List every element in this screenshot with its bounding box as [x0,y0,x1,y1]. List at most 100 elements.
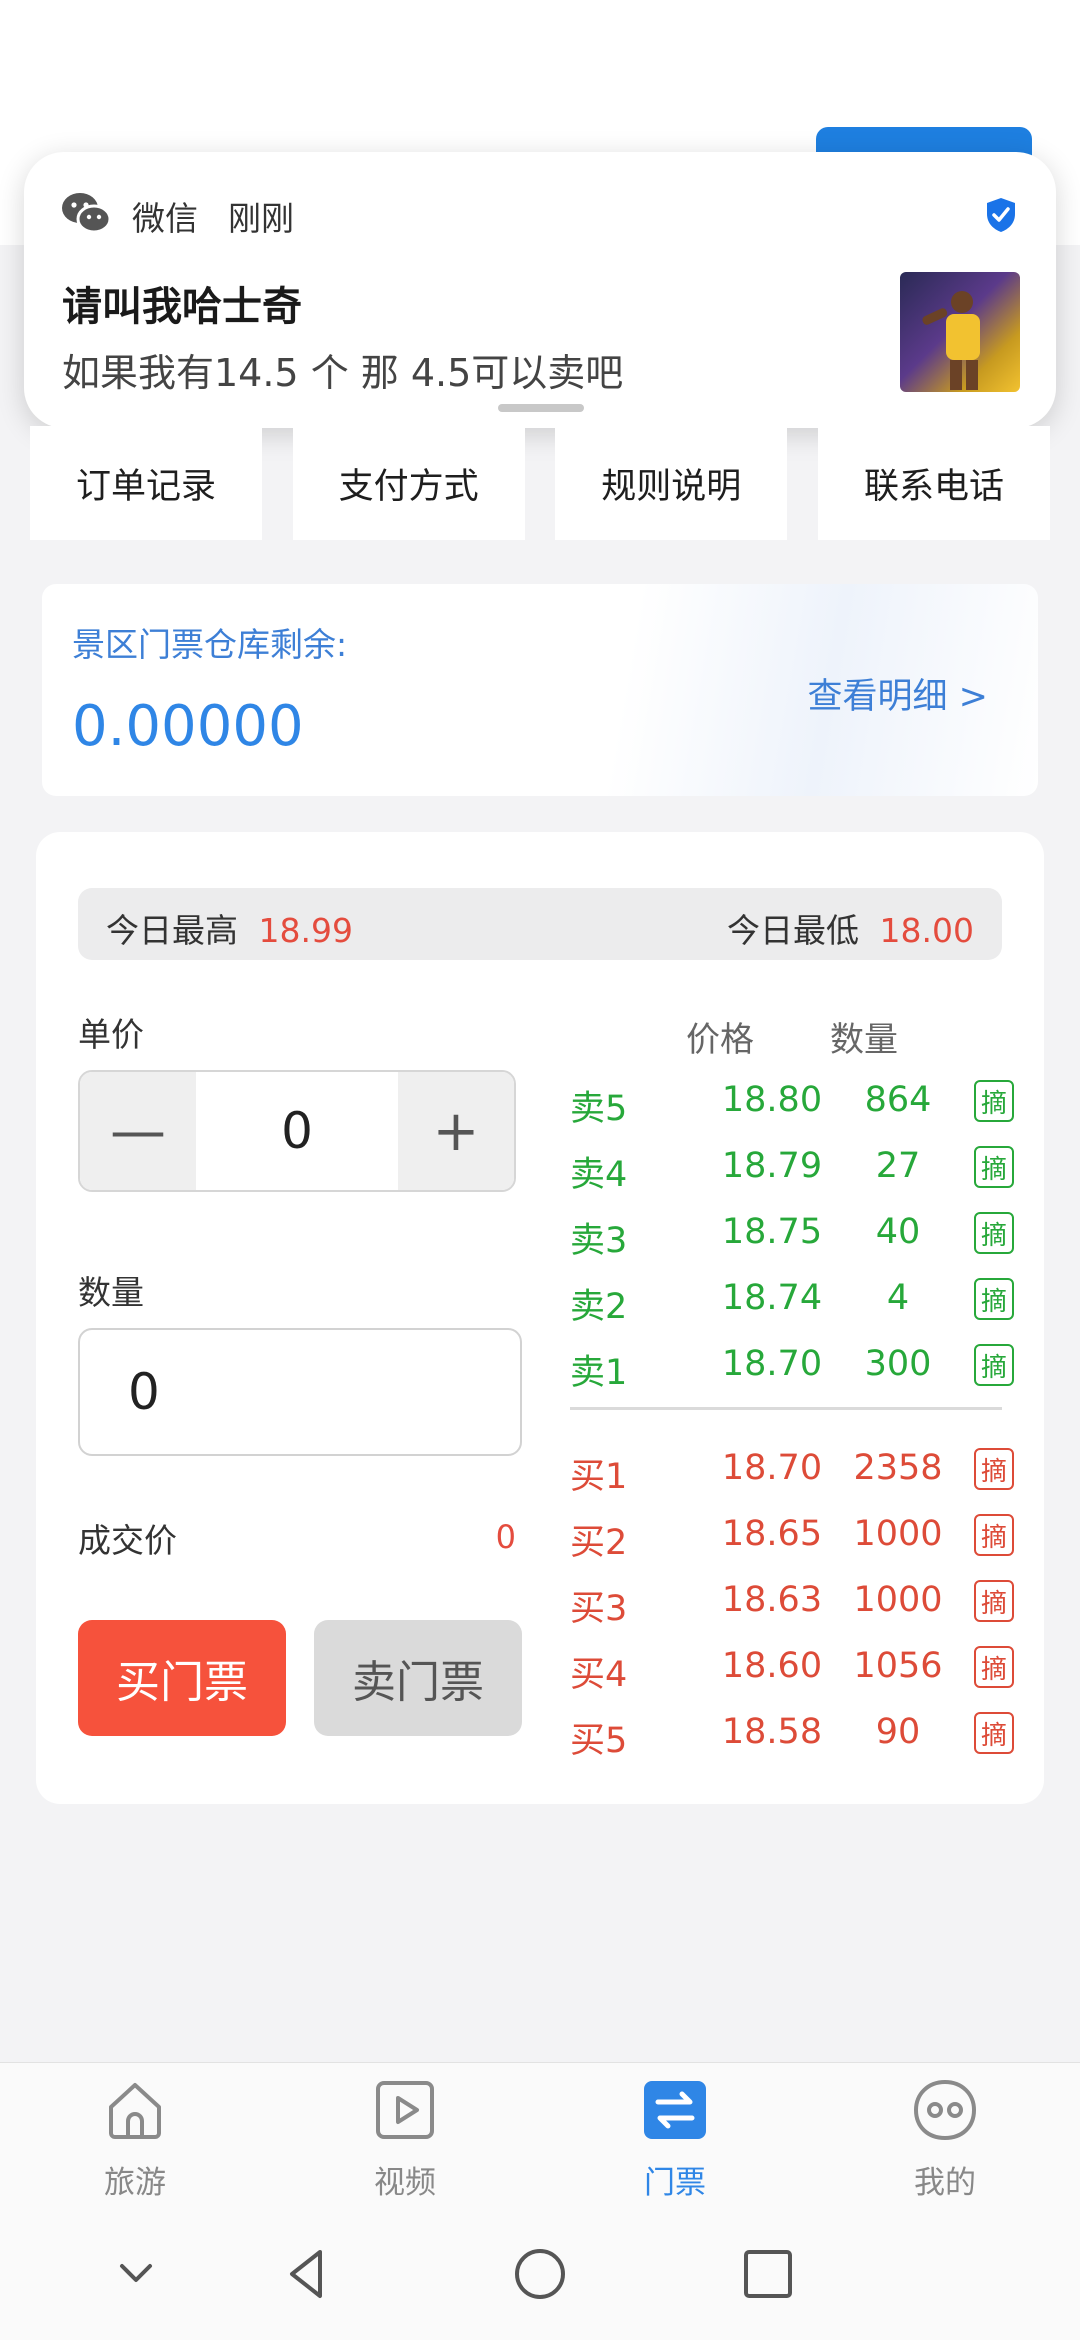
ask-qty: 864 [864,1080,932,1120]
take-order-button[interactable]: 摘 [974,1580,1014,1622]
ask-qty: 40 [875,1212,921,1252]
ask-price: 18.74 [721,1278,823,1318]
ask-side: 卖4 [570,1155,628,1195]
price-input[interactable]: 0 [196,1072,398,1190]
tab-label: 视频 [374,2165,436,2201]
recent-apps-icon[interactable] [740,2246,796,2302]
ask-row: 卖5 18.80 864 摘 [570,1072,1014,1132]
tab-profile[interactable]: 我的 [875,2073,1015,2201]
notification-time: 刚刚 [228,199,294,238]
quantity-input[interactable]: 0 [78,1328,522,1456]
take-order-button[interactable]: 摘 [974,1514,1014,1556]
notification-app-name: 微信 [132,199,198,238]
price-decrement-button[interactable]: — [80,1072,196,1190]
bid-side: 买4 [570,1655,628,1695]
wechat-notification[interactable]: 微信 刚刚 请叫我哈士奇 如果我有14.5 个 那 4.5可以卖吧 [24,152,1056,428]
back-icon[interactable] [280,2246,336,2302]
bid-row: 买4 18.60 1056 摘 [570,1638,1014,1698]
ask-side: 卖5 [570,1089,628,1129]
daily-high-label: 今日最高 [106,911,238,950]
stock-label: 景区门票仓库剩余: [72,625,348,664]
bid-price: 18.70 [721,1448,823,1488]
bid-qty: 1000 [853,1514,943,1554]
ask-qty: 27 [875,1146,921,1186]
ask-price: 18.70 [721,1344,823,1384]
bid-side: 买3 [570,1589,628,1629]
deal-price-value: 0 [495,1518,516,1556]
ask-row: 卖2 18.74 4 摘 [570,1270,1014,1330]
profile-face-icon [913,2079,977,2141]
ask-side: 卖3 [570,1221,628,1261]
quick-menu: 订单记录 支付方式 规则说明 联系电话 [30,426,1050,540]
bid-qty: 1000 [853,1580,943,1620]
take-order-button[interactable]: 摘 [974,1712,1014,1754]
bid-row: 买3 18.63 1000 摘 [570,1572,1014,1632]
buy-ticket-button[interactable]: 买门票 [78,1620,286,1736]
menu-contact-phone[interactable]: 联系电话 [817,426,1050,540]
tab-video[interactable]: 视频 [335,2073,475,2201]
tab-label: 我的 [914,2165,976,2201]
take-order-button[interactable]: 摘 [974,1146,1014,1188]
bid-qty: 90 [875,1712,921,1752]
orderbook-price-header: 价格 [686,1020,754,1060]
notification-drag-handle[interactable] [498,404,584,412]
take-order-button[interactable]: 摘 [974,1212,1014,1254]
price-stepper: — 0 + [78,1070,516,1192]
ask-price: 18.75 [721,1212,823,1252]
ticket-stock-card: 景区门票仓库剩余: 0.00000 查看明细 > [42,584,1038,796]
bid-side: 买2 [570,1523,628,1563]
ask-price: 18.80 [721,1080,823,1120]
bottom-tab-bar: 旅游 视频 门票 我的 [0,2062,1080,2202]
take-order-button[interactable]: 摘 [974,1080,1014,1122]
tab-tickets[interactable]: 门票 [605,2073,745,2201]
daily-high-low-bar: 今日最高 18.99 今日最低 18.00 [78,888,1002,960]
chevron-down-icon[interactable] [108,2246,164,2302]
verified-shield-icon [987,198,1015,232]
ask-row: 卖3 18.75 40 摘 [570,1204,1014,1264]
bid-side: 买5 [570,1721,628,1761]
ask-side: 卖2 [570,1287,628,1327]
price-increment-button[interactable]: + [398,1072,514,1190]
daily-low-label: 今日最低 [727,911,860,950]
menu-rules[interactable]: 规则说明 [555,426,788,540]
menu-order-records[interactable]: 订单记录 [30,426,262,540]
ask-qty: 300 [864,1344,932,1384]
view-details-link[interactable]: 查看明细 > [808,668,988,719]
video-play-icon [376,2081,434,2139]
ask-row: 卖4 18.79 27 摘 [570,1138,1014,1198]
take-order-button[interactable]: 摘 [974,1646,1014,1688]
orderbook-qty-header: 数量 [830,1020,898,1060]
wechat-icon [62,193,112,234]
ask-row: 卖1 18.70 300 摘 [570,1336,1014,1396]
bid-price: 18.60 [721,1646,823,1686]
home-icon [109,2083,161,2139]
deal-price-label: 成交价 [78,1521,177,1560]
bid-price: 18.65 [721,1514,823,1554]
daily-high-value: 18.99 [258,911,353,950]
bid-row: 买5 18.58 90 摘 [570,1704,1014,1764]
tab-travel[interactable]: 旅游 [65,2073,205,2201]
home-circle-icon[interactable] [512,2246,568,2302]
system-navigation-bar [0,2202,1080,2340]
bid-price: 18.58 [721,1712,823,1752]
bid-side: 买1 [570,1457,628,1497]
notification-body: 如果我有14.5 个 那 4.5可以卖吧 [62,351,624,395]
bid-row: 买1 18.70 2358 摘 [570,1440,1014,1500]
ask-qty: 4 [886,1278,910,1318]
tab-label: 门票 [644,2165,706,2201]
take-order-button[interactable]: 摘 [974,1278,1014,1320]
take-order-button[interactable]: 摘 [974,1344,1014,1386]
daily-low-value: 18.00 [879,911,974,950]
quantity-label: 数量 [78,1273,144,1312]
sell-ticket-button[interactable]: 卖门票 [314,1620,522,1736]
exchange-icon [644,2081,706,2139]
unit-price-label: 单价 [78,1015,144,1054]
ask-price: 18.79 [721,1146,823,1186]
tab-label: 旅游 [104,2165,166,2201]
menu-payment-methods[interactable]: 支付方式 [292,426,525,540]
take-order-button[interactable]: 摘 [974,1448,1014,1490]
notification-title: 请叫我哈士奇 [62,284,302,330]
ask-side: 卖1 [570,1353,628,1393]
bid-qty: 1056 [853,1646,943,1686]
stock-value: 0.00000 [72,694,304,759]
